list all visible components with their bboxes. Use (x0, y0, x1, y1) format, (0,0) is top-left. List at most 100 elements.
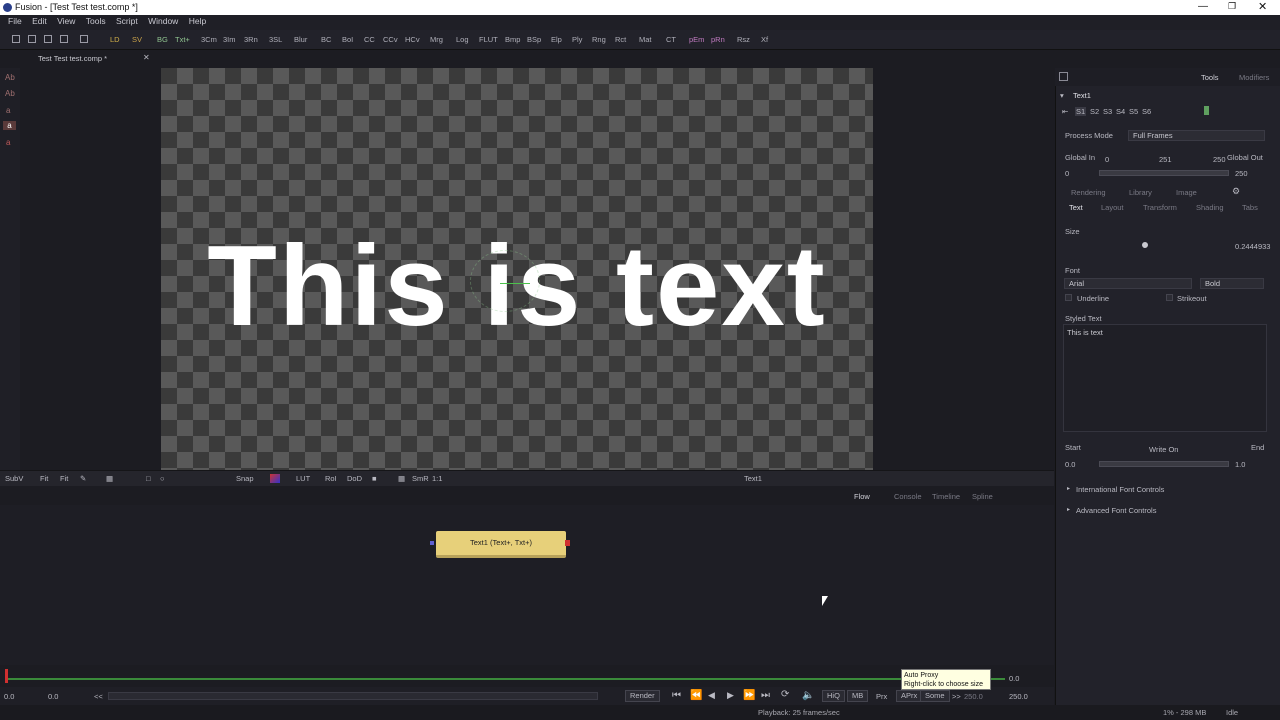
checker-icon[interactable]: ▦ (398, 474, 405, 483)
loop-icon[interactable]: ⟳ (781, 689, 789, 700)
version-s5[interactable]: S5 (1129, 107, 1138, 116)
global-in-value[interactable]: 0 (1065, 169, 1069, 178)
tool-ply[interactable]: Ply (572, 35, 582, 44)
roi-button[interactable]: RoI (325, 474, 337, 483)
tool-boi[interactable]: BoI (342, 35, 353, 44)
tool-ld[interactable]: LD (110, 35, 120, 44)
circle-icon[interactable]: ○ (160, 474, 165, 483)
menu-window[interactable]: Window (144, 15, 182, 27)
tool-pem[interactable]: pEm (689, 35, 704, 44)
tab-tools[interactable]: Tools (1201, 73, 1219, 82)
aprx-button[interactable]: APrx (896, 690, 923, 702)
range-slider[interactable] (108, 692, 598, 700)
menu-script[interactable]: Script (112, 15, 142, 27)
version-s3[interactable]: S3 (1103, 107, 1112, 116)
size-slider-handle[interactable] (1142, 242, 1148, 248)
tool-prn[interactable]: pRn (711, 35, 725, 44)
end-value[interactable]: 1.0 (1235, 460, 1245, 469)
subtab-library[interactable]: Library (1129, 188, 1152, 197)
version-s1[interactable]: S1 (1075, 107, 1087, 116)
range-right-button[interactable]: >> (952, 692, 961, 701)
tool-ct[interactable]: CT (666, 35, 676, 44)
close-icon[interactable]: ✕ (1258, 0, 1267, 13)
tool-3sl[interactable]: 3SL (269, 35, 282, 44)
start-value[interactable]: 0.0 (1065, 460, 1075, 469)
some-button[interactable]: Some (920, 690, 950, 702)
font-dropdown[interactable]: Arial (1064, 278, 1192, 289)
tool-rct[interactable]: Rct (615, 35, 626, 44)
rect-icon[interactable]: □ (146, 474, 151, 483)
layout-icon-2[interactable] (28, 35, 36, 43)
menu-help[interactable]: Help (185, 15, 210, 27)
version-s4[interactable]: S4 (1116, 107, 1125, 116)
tool-blur[interactable]: Blur (294, 35, 307, 44)
tool-rsz[interactable]: Rsz (737, 35, 750, 44)
settings-gear-icon[interactable]: ⚙ (1232, 186, 1240, 197)
subtab-layout[interactable]: Layout (1101, 203, 1124, 212)
mb-button[interactable]: MB (847, 690, 869, 702)
global-end-field[interactable]: 250.0 (1009, 692, 1028, 701)
section-advanced-font[interactable]: Advanced Font Controls (1076, 506, 1156, 515)
subtab-text[interactable]: Text (1069, 203, 1083, 212)
styled-text-field[interactable]: This is text (1063, 324, 1267, 432)
text-tool-icon[interactable]: Ab (5, 89, 15, 98)
play-reverse-icon[interactable]: ◀ (708, 690, 715, 701)
tool-flut[interactable]: FLUT (479, 35, 498, 44)
tab-console[interactable]: Console (894, 492, 922, 501)
tool-log[interactable]: Log (456, 35, 469, 44)
dod-button[interactable]: DoD (347, 474, 362, 483)
section-international-font[interactable]: International Font Controls (1076, 485, 1164, 494)
maximize-icon[interactable]: ❐ (1228, 1, 1236, 12)
menu-view[interactable]: View (53, 15, 79, 27)
strikeout-checkbox[interactable] (1166, 294, 1173, 301)
text-tool-icon-active[interactable]: a (3, 121, 16, 130)
menu-edit[interactable]: Edit (28, 15, 51, 27)
tool-bg[interactable]: BG (157, 35, 168, 44)
fit-button[interactable]: Fit (60, 474, 68, 483)
text-center-widget[interactable] (470, 250, 540, 312)
node-input-port[interactable] (430, 541, 434, 545)
subtab-transform[interactable]: Transform (1143, 203, 1177, 212)
step-back-icon[interactable]: ⏪ (690, 690, 702, 701)
text-tool-icon[interactable]: a (6, 106, 10, 115)
tool-txt[interactable]: Txt+ (175, 35, 190, 44)
tool-elp[interactable]: Elp (551, 35, 562, 44)
tab-timeline[interactable]: Timeline (932, 492, 960, 501)
go-start-icon[interactable]: ⏮ (672, 690, 681, 701)
print-icon[interactable] (80, 35, 88, 43)
version-s2[interactable]: S2 (1090, 107, 1099, 116)
lock-icon[interactable]: ■ (372, 474, 377, 483)
color-chip[interactable] (1204, 106, 1209, 115)
prx-button[interactable]: Prx (876, 692, 887, 701)
play-icon[interactable]: ▶ (727, 690, 734, 701)
fit-dropdown[interactable]: Fit (40, 474, 48, 483)
tool-3rn[interactable]: 3Rn (244, 35, 258, 44)
minimize-icon[interactable]: — (1198, 1, 1208, 12)
timeline-ruler[interactable]: 0.0 (0, 665, 1054, 687)
grid-icon[interactable]: ▦ (106, 474, 113, 483)
color-swatch[interactable] (270, 474, 280, 483)
subtab-tabs[interactable]: Tabs (1242, 203, 1258, 212)
size-value[interactable]: 0.2444933 (1235, 242, 1270, 251)
chevron-down-icon[interactable]: ▾ (1060, 91, 1064, 100)
chevron-right-icon[interactable]: ▸ (1067, 485, 1070, 492)
subtab-image[interactable]: Image (1176, 188, 1197, 197)
tool-cc[interactable]: CC (364, 35, 375, 44)
render-end-field[interactable]: 250.0 (964, 692, 983, 701)
tab-spline[interactable]: Spline (972, 492, 993, 501)
process-mode-dropdown[interactable]: Full Frames (1128, 130, 1265, 141)
layout-icon-1[interactable] (12, 35, 20, 43)
tool-3cm[interactable]: 3Cm (201, 35, 217, 44)
menu-file[interactable]: File (4, 15, 26, 27)
version-s6[interactable]: S6 (1142, 107, 1151, 116)
menu-tools[interactable]: Tools (82, 15, 110, 27)
inspector-toggle-icon[interactable] (1059, 72, 1068, 81)
pen-icon[interactable]: ✎ (80, 474, 86, 483)
write-on-slider[interactable] (1099, 461, 1229, 467)
hiq-button[interactable]: HiQ (822, 690, 845, 702)
smr-button[interactable]: SmR (412, 474, 429, 483)
tab-modifiers[interactable]: Modifiers (1239, 73, 1269, 82)
step-forward-icon[interactable]: ⏩ (743, 690, 755, 701)
global-start-field[interactable]: 0.0 (4, 692, 14, 701)
lut-dropdown[interactable]: LUT (296, 474, 310, 483)
